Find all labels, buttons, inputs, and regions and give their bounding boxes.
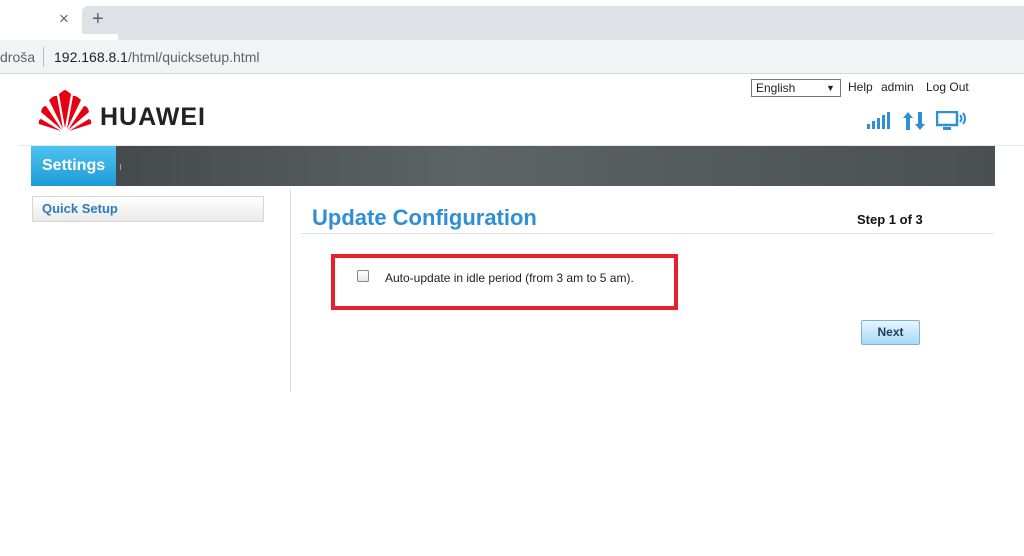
address-path: /html/quicksetup.html	[127, 49, 260, 65]
data-transfer-icon[interactable]	[903, 111, 925, 131]
title-divider	[301, 233, 994, 234]
brand-name: HUAWEI	[100, 103, 206, 131]
auto-update-label[interactable]: Auto-update in idle period (from 3 am to…	[385, 271, 634, 285]
address-url[interactable]: 192.168.8.1/html/quicksetup.html	[54, 48, 259, 66]
nav-divider	[120, 164, 121, 170]
page-title: Update Configuration	[312, 205, 537, 230]
language-selected: English	[756, 81, 796, 95]
sidebar-item-label[interactable]: Quick Setup	[42, 202, 118, 216]
user-link[interactable]: admin	[881, 80, 914, 94]
huawei-logo-icon	[38, 90, 92, 131]
main-nav-bar	[31, 146, 995, 186]
address-separator	[43, 47, 44, 67]
next-button[interactable]: Next	[861, 320, 920, 345]
sidebar-divider	[290, 190, 291, 392]
signal-strength-icon[interactable]	[866, 112, 894, 130]
dropdown-arrow-icon: ▼	[826, 83, 835, 93]
step-indicator: Step 1 of 3	[857, 212, 923, 227]
device-connected-icon[interactable]	[936, 111, 968, 131]
auto-update-checkbox[interactable]	[357, 270, 369, 282]
help-link[interactable]: Help	[848, 80, 873, 94]
logout-link[interactable]: Log Out	[926, 80, 969, 94]
tab-settings-label[interactable]: Settings	[42, 157, 105, 175]
close-tab-icon[interactable]: ×	[56, 9, 72, 29]
tab-strip	[118, 6, 1024, 40]
address-host: 192.168.8.1	[54, 49, 128, 65]
plus-icon: +	[92, 8, 104, 30]
address-prefix: droša	[0, 49, 36, 65]
